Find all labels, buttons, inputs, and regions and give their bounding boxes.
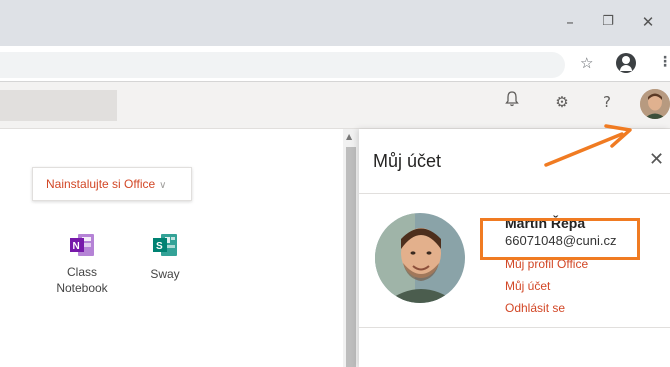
bell-icon[interactable] (500, 90, 524, 114)
browser-titlebar: – ❐ ✕ (0, 0, 670, 46)
search-box[interactable] (0, 90, 117, 121)
scrollbar[interactable]: ▲ (343, 129, 359, 367)
star-icon[interactable]: ☆ (580, 54, 593, 72)
highlight-box-annotation (480, 218, 640, 260)
onenote-class-notebook-icon: N (69, 232, 95, 258)
scroll-up-icon[interactable]: ▲ (346, 132, 352, 141)
sway-icon: S (152, 232, 178, 258)
divider (359, 327, 670, 328)
close-icon[interactable]: ✕ (649, 149, 664, 170)
url-omnibox[interactable] (0, 52, 565, 78)
install-office-label: Nainstalujte si Office (46, 177, 156, 191)
profile-icon[interactable] (616, 53, 636, 73)
app-class-notebook[interactable]: N Class Notebook (46, 232, 118, 296)
help-icon[interactable]: ? (595, 90, 619, 114)
close-window-button[interactable]: ✕ (638, 12, 658, 32)
minimize-button[interactable]: – (560, 12, 580, 32)
address-bar-row: ☆ ⋮ (0, 46, 670, 82)
app-label: Sway (150, 267, 180, 281)
office-header: ⚙ ? (0, 82, 670, 129)
install-office-button[interactable]: Nainstalujte si Office ∨ (32, 167, 192, 201)
avatar[interactable] (640, 89, 670, 119)
gear-icon[interactable]: ⚙ (550, 90, 574, 114)
app-sway[interactable]: S Sway (140, 232, 190, 282)
scrollbar-thumb[interactable] (346, 147, 356, 367)
menu-dots-icon[interactable]: ⋮ (658, 54, 670, 70)
chevron-down-icon: ∨ (159, 180, 167, 191)
app-label: Class Notebook (56, 265, 108, 295)
my-account-link[interactable]: Můj účet (505, 279, 550, 293)
svg-text:N: N (73, 241, 80, 252)
user-photo (375, 213, 465, 303)
svg-text:S: S (156, 241, 163, 252)
sign-out-link[interactable]: Odhlásit se (505, 301, 565, 315)
divider (359, 193, 670, 194)
office-home-content: Nainstalujte si Office ∨ N Class Notebook… (0, 129, 343, 367)
panel-title: Můj účet (373, 151, 442, 171)
restore-button[interactable]: ❐ (598, 12, 618, 32)
